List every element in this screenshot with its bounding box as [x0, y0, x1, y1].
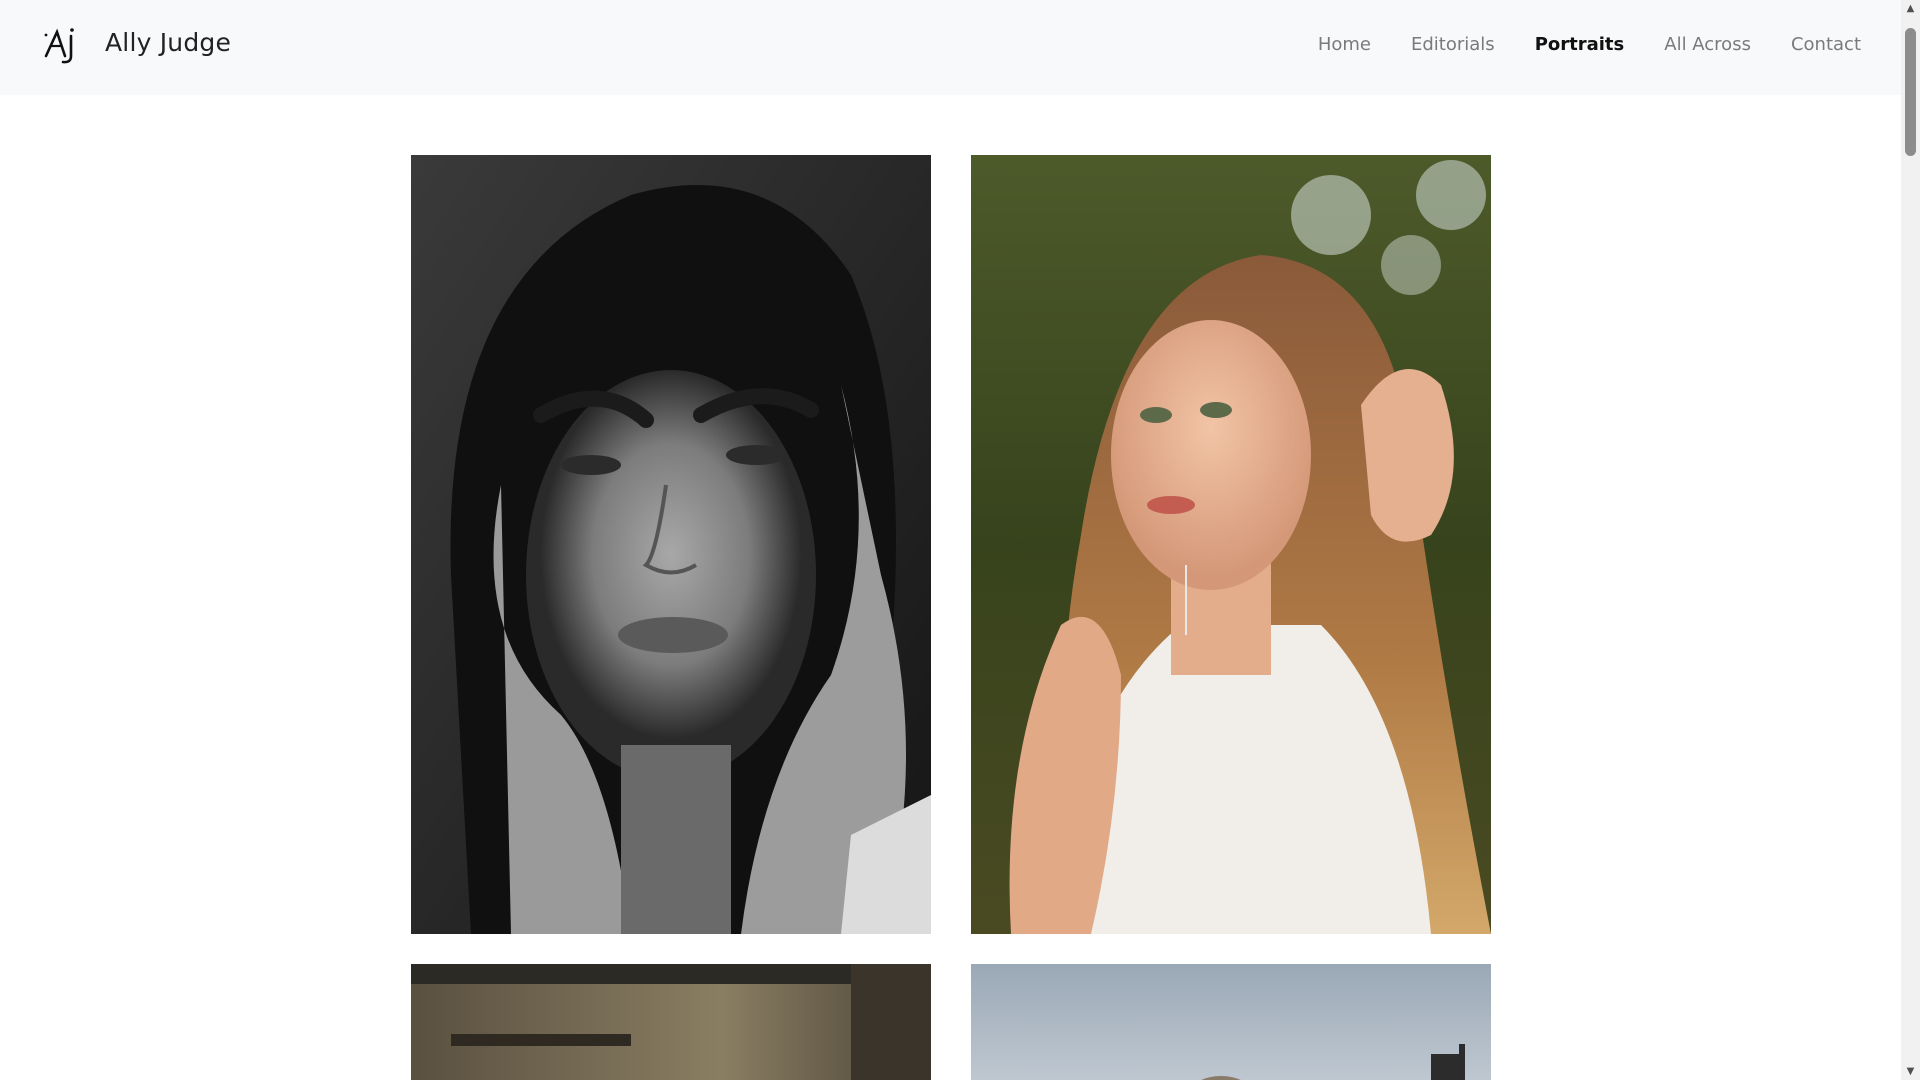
page: Ally Judge Home Editorials Portraits All…: [0, 0, 1920, 1080]
scroll-up-arrow-icon[interactable]: ▲: [1901, 0, 1920, 17]
portrait-sky-photo[interactable]: [971, 964, 1491, 1080]
portrait-bw-photo[interactable]: [411, 155, 931, 934]
portrait-gallery: [0, 0, 1901, 1080]
vertical-scrollbar[interactable]: ▲ ▼: [1901, 0, 1920, 1080]
portrait-outdoor-photo[interactable]: [971, 155, 1491, 934]
portrait-indoor-photo[interactable]: [411, 964, 931, 1080]
scroll-down-arrow-icon[interactable]: ▼: [1901, 1063, 1920, 1080]
scroll-thumb[interactable]: [1905, 28, 1916, 156]
